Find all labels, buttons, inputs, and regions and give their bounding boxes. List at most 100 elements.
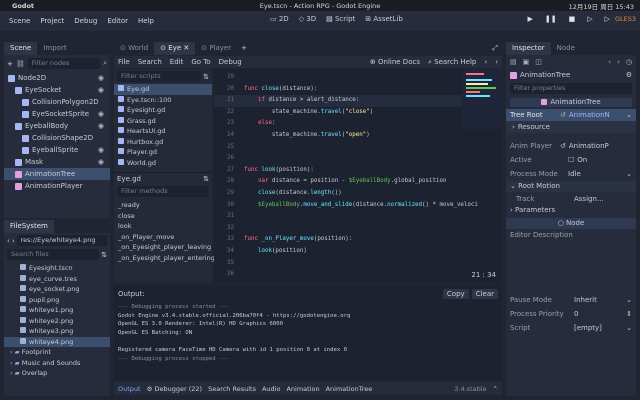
pause-icon[interactable]: ❚❚ — [545, 15, 557, 23]
minimap[interactable] — [462, 69, 502, 129]
online-docs-button[interactable]: ⊕ Online Docs — [370, 58, 420, 66]
active-checkbox[interactable]: ☐ — [568, 156, 574, 164]
script-item[interactable]: Player.gd — [114, 147, 212, 158]
file-item[interactable]: eye_socket.png — [4, 284, 110, 295]
script-item[interactable]: HeartsUI.gd — [114, 126, 212, 137]
bottom-tab-search[interactable]: Search Results — [208, 385, 256, 393]
file-item[interactable]: eye_curve.tres — [4, 274, 110, 285]
copy-button[interactable]: Copy — [442, 289, 469, 299]
anim-player-value[interactable]: AnimationP — [569, 142, 632, 150]
resource-row[interactable]: › Resource — [506, 121, 636, 133]
method-item[interactable]: _on_Eyesight_player_leaving — [114, 242, 212, 253]
search-icon[interactable]: ⌕ — [103, 59, 107, 68]
add-node-icon[interactable]: + — [7, 60, 13, 68]
inspected-node-name[interactable]: AnimationTree — [520, 71, 626, 79]
revert-icon[interactable]: ↺ — [560, 142, 566, 150]
code-line[interactable]: 22 state_machine.travel("close") — [214, 107, 502, 119]
code-line[interactable]: 33 func _on_Player_move(position): — [214, 234, 502, 246]
tab-scene[interactable]: Scene — [4, 42, 38, 55]
collapse-icon[interactable]: ⌃ — [493, 385, 498, 393]
code-line[interactable]: 25 — [214, 142, 502, 154]
play-custom-icon[interactable]: ▷ — [605, 15, 610, 23]
history-icon[interactable]: ◷ — [626, 58, 632, 66]
scene-tree-node[interactable]: AnimationPlayer — [4, 180, 110, 192]
history-back-icon[interactable]: ‹ — [608, 58, 611, 66]
stop-icon[interactable]: ■ — [569, 15, 576, 23]
code-line[interactable]: 30 $EyeballBody.move_and_slide(distance.… — [214, 200, 502, 212]
renderer-label[interactable]: GLES3 — [615, 15, 636, 23]
method-item[interactable]: _on_Player_move — [114, 232, 212, 243]
revert-icon[interactable]: ↺ — [560, 111, 566, 119]
object-properties-icon[interactable]: ⚙ — [626, 71, 632, 79]
method-item[interactable]: _on_Eyesight_player_entering — [114, 253, 215, 264]
workspace-2d[interactable]: ▭ 2D — [270, 15, 289, 23]
pause-mode-select[interactable]: Inherit — [574, 296, 626, 304]
back-icon[interactable]: ‹ — [7, 237, 10, 245]
sort-icon[interactable]: ⇅ — [101, 251, 107, 259]
assign-track-button[interactable]: Assign... — [574, 195, 604, 203]
scene-tree-node[interactable]: AnimationTree — [4, 168, 110, 180]
back-arrow-icon[interactable]: ‹ — [484, 58, 487, 66]
script-menu-edit[interactable]: Edit — [170, 58, 184, 66]
editor-description-label[interactable]: Editor Description — [506, 229, 636, 241]
scene-tree-node[interactable]: CollisionShape2D — [4, 132, 110, 144]
sort-scripts-icon[interactable]: ⇅ — [203, 73, 209, 81]
script-menu-search[interactable]: Search — [138, 58, 162, 66]
folder-item[interactable]: › ▰ Overlap — [4, 368, 110, 379]
scene-tree-node[interactable]: EyeSocketSprite ◉ — [4, 108, 110, 120]
new-resource-icon[interactable]: ▤ — [510, 58, 517, 66]
bottom-tab-output[interactable]: Output — [118, 385, 141, 393]
visibility-eye-icon[interactable]: ◉ — [98, 108, 104, 120]
path-field[interactable]: res://Eye/whiteye4.png — [16, 235, 107, 246]
method-item[interactable]: close — [114, 211, 212, 222]
folder-item[interactable]: › ▰ Music and Sounds — [4, 358, 110, 369]
visibility-eye-icon[interactable]: ◉ — [98, 156, 104, 168]
script-value[interactable]: [empty] — [574, 324, 626, 332]
parameters-section[interactable]: › Parameters — [506, 205, 636, 216]
process-priority-spinbox[interactable]: 0 — [574, 310, 626, 318]
code-line[interactable]: 29 close(distance.length()) — [214, 188, 502, 200]
bottom-tab-debugger[interactable]: ⚙ Debugger (22) — [147, 385, 203, 393]
scene-tree-node[interactable]: Node2D ◉ — [4, 72, 110, 84]
script-item[interactable]: Grass.gd — [114, 116, 212, 127]
scene-tree-node[interactable]: EyeballSprite ◉ — [4, 144, 110, 156]
distraction-free-icon[interactable]: ⤢ — [492, 42, 502, 55]
sort-methods-icon[interactable]: ⇅ — [203, 175, 209, 183]
menu-help[interactable]: Help — [133, 17, 159, 25]
scene-tree-node[interactable]: EyeballBody ◉ — [4, 120, 110, 132]
code-line[interactable]: 34 look(position) — [214, 246, 502, 258]
code-line[interactable]: 36 — [214, 269, 502, 281]
clear-button[interactable]: Clear — [471, 289, 498, 299]
script-item[interactable]: World.gd — [114, 158, 212, 169]
code-lines[interactable]: 19 20 func close(distance): 21 if distance … — [214, 69, 502, 283]
script-menu-goto[interactable]: Go To — [191, 58, 210, 66]
workspace-3d[interactable]: ◇ 3D — [299, 15, 316, 23]
filter-properties-input[interactable]: Filter properties — [510, 83, 632, 94]
file-item[interactable]: whiteye3.png — [4, 326, 110, 337]
code-line[interactable]: 37func _on_Eyesight_player_leaving(): — [214, 281, 502, 284]
save-resource-icon[interactable]: ◫ — [535, 58, 542, 66]
code-line[interactable]: 35 — [214, 258, 502, 270]
file-item[interactable]: pupil.png — [4, 295, 110, 306]
script-item[interactable]: Eyesight.gd — [114, 105, 212, 116]
bottom-tab-audio[interactable]: Audio — [262, 385, 280, 393]
tab-node[interactable]: Node — [551, 42, 581, 55]
folder-item[interactable]: › ▰ Footprint — [4, 347, 110, 358]
script-item[interactable]: Eye.gd — [114, 84, 212, 95]
scene-tree-node[interactable]: CollisionPolygon2D — [4, 96, 110, 108]
code-editor[interactable]: 19 20 func close(distance): 21 if distance … — [214, 69, 502, 283]
script-menu-file[interactable]: File — [118, 58, 130, 66]
menu-editor[interactable]: Editor — [102, 17, 133, 25]
code-line[interactable]: 24 state_machine.travel("open") — [214, 130, 502, 142]
search-files-input[interactable]: Search files — [7, 249, 100, 260]
root-motion-section[interactable]: ⌄ Root Motion — [506, 181, 636, 192]
file-item[interactable]: whiteye2.png — [4, 316, 110, 327]
tab-import[interactable]: Import — [37, 42, 72, 55]
workspace-assetlib[interactable]: ⊞ AssetLib — [365, 15, 403, 23]
visibility-eye-icon[interactable]: ◉ — [98, 144, 104, 156]
file-item[interactable]: whiteye1.png — [4, 305, 110, 316]
fwd-arrow-icon[interactable]: › — [495, 58, 498, 66]
bottom-tab-animation[interactable]: Animation — [286, 385, 319, 393]
code-line[interactable]: 20 func close(distance): — [214, 84, 502, 96]
link-icon[interactable]: ⛓ — [16, 60, 25, 68]
